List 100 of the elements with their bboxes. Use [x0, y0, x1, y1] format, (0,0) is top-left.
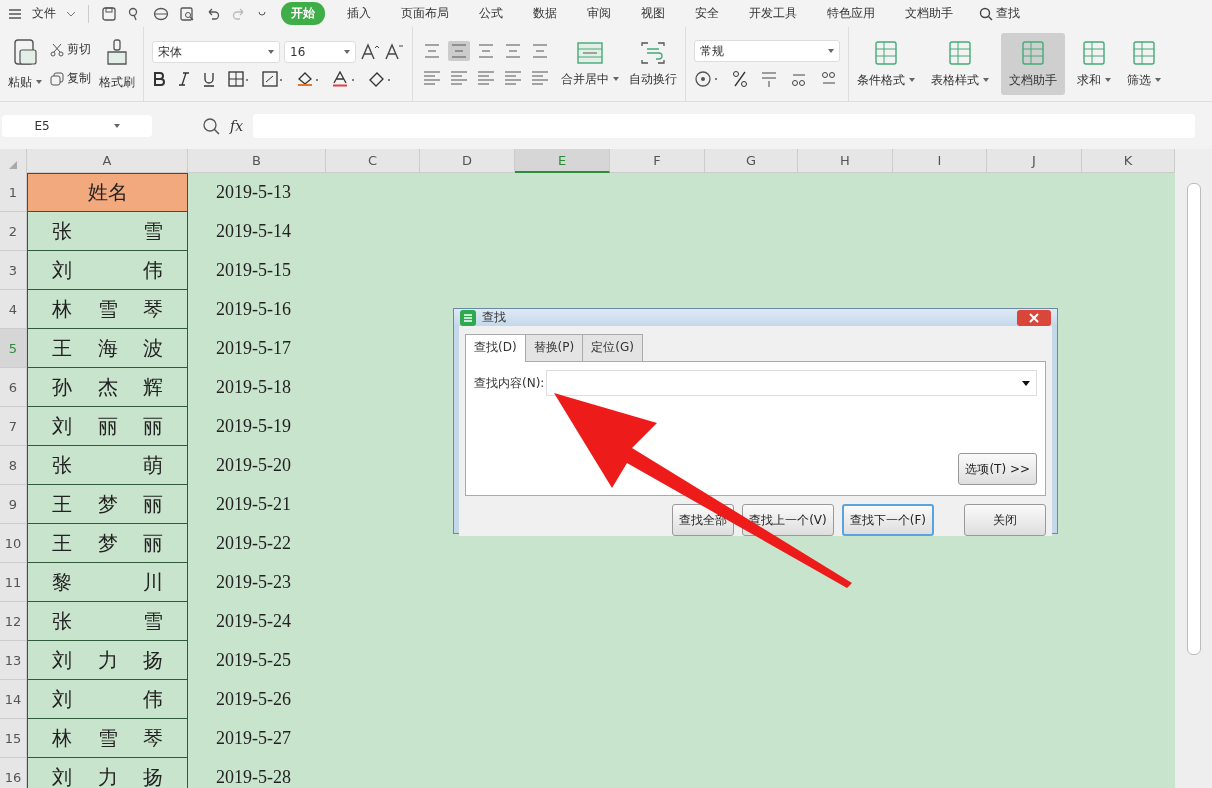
ribbon-tab[interactable]: 数据 [525, 3, 565, 24]
bold-icon[interactable] [152, 71, 166, 87]
caret-icon [36, 80, 42, 84]
ribbon-tab[interactable]: 特色应用 [819, 3, 883, 24]
ribbon-tab[interactable]: 安全 [687, 3, 727, 24]
column-header[interactable]: A [27, 149, 188, 173]
wrap-text-button[interactable]: 自动换行 [629, 70, 677, 88]
row-header[interactable]: 11 [0, 563, 27, 602]
thousands-icon[interactable] [760, 70, 778, 88]
fill-color-icon[interactable] [296, 71, 320, 87]
ribbon-tab[interactable]: 插入 [339, 3, 379, 24]
file-menu[interactable]: 文件 [32, 5, 56, 22]
name-cell: 王梦丽 [27, 524, 188, 563]
font-select[interactable]: 宋体 [152, 41, 280, 63]
copy-button[interactable]: 复制 [50, 70, 91, 87]
row-header[interactable]: 16 [0, 758, 27, 788]
increase-font-icon[interactable] [360, 43, 380, 61]
dialog-button[interactable]: 查找上一个(V) [742, 504, 834, 536]
row-header[interactable]: 4 [0, 290, 27, 329]
date-cell-text: 2019-5-28 [215, 766, 292, 788]
preview-icon[interactable] [179, 5, 195, 22]
italic-icon[interactable] [178, 71, 190, 87]
merge-cells-icon[interactable] [576, 40, 604, 65]
row-header[interactable]: 8 [0, 446, 27, 485]
percent-icon[interactable] [732, 70, 748, 88]
dialog-button[interactable]: 查找下一个(F) [841, 504, 934, 536]
format-painter-button[interactable]: 格式刷 [99, 73, 135, 91]
date-cell-text: 2019-5-16 [215, 298, 292, 321]
cut-button[interactable]: 剪切 [50, 41, 91, 58]
caret-icon [828, 49, 834, 53]
underline-icon[interactable] [202, 71, 216, 87]
row-header[interactable]: 12 [0, 602, 27, 641]
name-cell: 黎川 [27, 563, 188, 602]
function-label[interactable]: fx [230, 117, 244, 134]
caret-icon [983, 78, 989, 82]
ribbon-button[interactable]: 表格样式 [923, 27, 997, 101]
column-header[interactable]: K [1082, 149, 1175, 173]
menu-icon[interactable] [8, 7, 22, 20]
row-header[interactable]: 9 [0, 485, 27, 524]
row-header[interactable]: 7 [0, 407, 27, 446]
close-button[interactable] [1017, 309, 1051, 326]
ribbon-tab[interactable]: 文档助手 [897, 3, 961, 24]
row-header[interactable]: 15 [0, 719, 27, 758]
currency-icon[interactable] [694, 70, 720, 88]
dialog-tab[interactable]: 查找(D) [465, 334, 526, 362]
dialog-tab[interactable]: 替换(P) [524, 334, 584, 361]
decrease-font-icon[interactable] [384, 43, 404, 61]
options-button[interactable]: 选项(T) >> [958, 453, 1037, 485]
cell-style-icon[interactable] [262, 71, 284, 87]
paste-button[interactable]: 粘贴 [8, 73, 42, 91]
zoom-icon[interactable] [202, 116, 220, 135]
column-header[interactable]: F [610, 149, 705, 173]
save-icon[interactable] [101, 5, 117, 22]
column-header[interactable]: C [326, 149, 420, 173]
row-header[interactable]: 3 [0, 251, 27, 290]
column-header[interactable]: B [188, 149, 326, 173]
ribbon-button[interactable]: 文档助手 [1001, 33, 1065, 95]
dialog-button[interactable]: 关闭 [964, 504, 1046, 536]
scroll-thumb[interactable] [1186, 183, 1201, 655]
eraser-icon[interactable] [368, 71, 392, 87]
name-box[interactable]: E5 [2, 114, 152, 137]
number-format-select[interactable]: 常规 [694, 40, 840, 62]
ribbon-tab[interactable]: 审阅 [579, 3, 619, 24]
wrap-text-icon[interactable] [639, 40, 667, 65]
ribbon-tab[interactable]: 视图 [633, 3, 673, 24]
row-header[interactable]: 6 [0, 368, 27, 407]
row-header[interactable]: 1 [0, 173, 27, 212]
date-cell-text: 2019-5-17 [215, 337, 292, 360]
date-cell-text: 2019-5-15 [215, 259, 292, 282]
clipboard-icon[interactable] [12, 37, 38, 68]
row-header[interactable]: 2 [0, 212, 27, 251]
name-cell: 王梦丽 [27, 485, 188, 524]
border-icon[interactable] [228, 71, 250, 87]
search-button[interactable]: 查找 [979, 5, 1020, 22]
brush-icon[interactable] [104, 37, 130, 68]
scrollbar[interactable] [1175, 149, 1212, 788]
ribbon-button[interactable]: 筛选 [1119, 27, 1169, 101]
merge-center-button[interactable]: 合并居中 [561, 70, 619, 88]
column-header[interactable]: H [798, 149, 893, 173]
ribbon-tab[interactable]: 开发工具 [741, 3, 805, 24]
column-header[interactable]: J [987, 149, 1082, 173]
find-input[interactable] [546, 370, 1037, 396]
font-color-icon[interactable] [332, 71, 356, 87]
ribbon-button[interactable]: 求和 [1069, 27, 1119, 101]
tool-icon [1080, 39, 1108, 66]
column-header[interactable]: D [420, 149, 515, 173]
tool-icon [1019, 39, 1047, 66]
dialog-tab[interactable]: 定位(G) [582, 334, 643, 361]
column-header[interactable]: G [705, 149, 798, 173]
caret-icon [344, 50, 350, 54]
font-size-select[interactable]: 16 [284, 41, 356, 63]
ribbon-tab[interactable]: 页面布局 [393, 3, 457, 24]
print-icon[interactable] [153, 5, 169, 22]
row-header[interactable]: 14 [0, 680, 27, 719]
row-header[interactable]: 13 [0, 641, 27, 680]
chevron-icon[interactable] [66, 10, 76, 17]
ribbon-button[interactable]: 条件格式 [849, 27, 923, 101]
column-header[interactable]: I [893, 149, 987, 173]
ribbon-tab[interactable]: 公式 [471, 3, 511, 24]
row-header[interactable]: 10 [0, 524, 27, 563]
